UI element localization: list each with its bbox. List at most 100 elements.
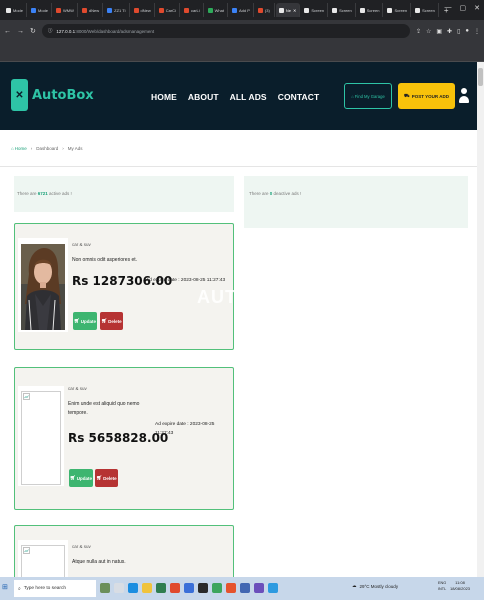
browser-tab[interactable]: Screen [357, 3, 384, 17]
weather-widget[interactable]: ☁ 29°C Mostly cloudy [352, 583, 398, 589]
sidebar-icon[interactable]: ▯ [457, 28, 460, 35]
tab-label: ZZ1 Ti [114, 7, 126, 13]
active-ads-summary: There are 6721 active ads ! [14, 176, 234, 212]
tab-label: What [214, 7, 224, 13]
tab-label: Screen [394, 7, 408, 13]
delete-label: Delete [103, 475, 117, 481]
browser-tab[interactable]: CarCi [156, 3, 180, 17]
app-icon[interactable] [254, 583, 264, 593]
forward-icon[interactable]: → [17, 28, 24, 35]
active-ads-suffix: active ads ! [47, 191, 72, 196]
browser-tab[interactable]: Add P [229, 3, 254, 17]
tab-favicon-icon [415, 7, 421, 13]
browser-tab[interactable]: Screen [301, 3, 329, 17]
post-your-ad-button[interactable]: ⛟ POST YOUR ADD [398, 83, 455, 109]
ad-description: Non omnis odit asperiores et. [72, 257, 138, 263]
delete-ad-button[interactable]: 🛒︎ Delete [100, 312, 123, 330]
tab-favicon-icon [231, 7, 237, 13]
ad-description: Enim unde est aliquid quo nemo tempore. [68, 401, 140, 416]
info-icon[interactable]: ⓘ [48, 28, 53, 34]
browser-tab[interactable]: Screen [329, 3, 356, 17]
file-explorer-icon[interactable] [142, 583, 152, 593]
app-icon[interactable] [240, 583, 250, 593]
bookmark-star-icon[interactable]: ☆ [426, 28, 431, 35]
reload-icon[interactable]: ↻ [30, 27, 36, 35]
vscode-icon[interactable] [184, 583, 194, 593]
browser-tab[interactable]: What [205, 3, 228, 17]
update-ad-button[interactable]: 🛒︎ Update [69, 469, 93, 487]
language-indicator[interactable]: ENG INTL [438, 580, 446, 592]
tab-label: carLi [190, 7, 200, 13]
terminal-icon[interactable] [198, 583, 208, 593]
tab-label: Mode [13, 7, 24, 13]
site-logo[interactable]: ✕ AutoBox [11, 79, 94, 111]
tab-favicon-icon [81, 7, 87, 13]
browser-tab[interactable]: WMW [53, 3, 78, 17]
breadcrumb-current: My Ads [67, 146, 83, 151]
delete-ad-button[interactable]: 🛒︎ Delete [95, 469, 118, 487]
nav-contact[interactable]: CONTACT [278, 92, 320, 102]
back-icon[interactable]: ← [4, 28, 11, 35]
update-ad-button[interactable]: 🛒︎ Update [73, 312, 97, 330]
edge-icon[interactable] [128, 583, 138, 593]
widgets-icon[interactable] [100, 583, 110, 593]
ad-description: Atque nulla aut in natus. [72, 559, 126, 565]
nav-home[interactable]: HOME [151, 92, 177, 102]
taskbar-pinned-apps [100, 580, 278, 593]
watermark-text: AUT [197, 287, 237, 307]
car-icon: ⛟ [404, 92, 410, 98]
profile-icon[interactable]: ● [465, 28, 469, 35]
address-bar[interactable]: ⓘ 127.0.0.1:8000/Web/dashboard/adsmanage… [41, 24, 410, 38]
cart-icon: 🛒︎ [74, 318, 80, 323]
browser-tab[interactable]: Screen [384, 3, 412, 17]
app-icon[interactable] [268, 583, 278, 593]
excel-icon[interactable] [156, 583, 166, 593]
menu-kebab-icon[interactable]: ⋮ [474, 28, 480, 35]
browser-tab[interactable]: dNew [79, 3, 104, 17]
task-view-icon[interactable] [114, 583, 124, 593]
tab-label: dNew [140, 7, 151, 13]
browser-tab[interactable]: Mode [28, 3, 53, 17]
page-scrollbar[interactable] [477, 62, 484, 577]
browser-tab[interactable]: carLi [181, 3, 204, 17]
chrome-icon[interactable] [170, 583, 180, 593]
app-icon[interactable] [212, 583, 222, 593]
minimize-icon[interactable]: — [445, 4, 452, 12]
extension-icon[interactable]: ▣ [436, 28, 442, 35]
browser-tab[interactable]: Mode [3, 3, 28, 17]
find-my-garage-label: Find My Garage [354, 93, 385, 99]
ad-photo[interactable] [21, 244, 65, 330]
share-icon[interactable]: ⇪ [416, 28, 421, 35]
breadcrumb-home[interactable]: ⌂ Home [11, 146, 27, 151]
xampp-icon[interactable] [226, 583, 236, 593]
tab-favicon-icon [56, 7, 62, 13]
maximize-icon[interactable]: ▢ [460, 4, 467, 12]
close-icon[interactable]: ✕ [474, 4, 480, 12]
start-windows-icon[interactable]: ⊞ [2, 583, 8, 591]
tab-label: Screen [311, 7, 325, 13]
tab-close-icon[interactable]: ✕ [293, 8, 296, 13]
user-account-icon[interactable] [459, 88, 469, 104]
logo-text: AutoBox [32, 87, 94, 103]
browser-tab[interactable]: Screen [412, 3, 439, 17]
taskbar-clock[interactable]: 11:08 18/08/2023 [450, 580, 470, 592]
nav-all-ads[interactable]: ALL ADS [230, 92, 267, 102]
cart-icon: 🛒︎ [70, 475, 76, 480]
nav-about[interactable]: ABOUT [188, 92, 219, 102]
browser-tab[interactable]: ZZ1 Ti [104, 3, 130, 17]
logo-wrench-icon: ✕ [11, 79, 28, 111]
window-controls: — ▢ ✕ [445, 4, 481, 12]
taskbar-search-input[interactable]: ⌕ Type here to search [14, 580, 96, 597]
browser-tab[interactable]: dNew [131, 3, 155, 17]
browser-tab[interactable]: Ne ✕ [275, 3, 301, 17]
home-icon: ⌂ [11, 146, 14, 151]
find-my-garage-button[interactable]: ⌂ Find My Garage [344, 83, 392, 109]
ad-image-broken[interactable] [21, 391, 61, 485]
breadcrumb-dashboard[interactable]: Dashboard [36, 146, 58, 151]
scrollbar-thumb[interactable] [478, 68, 483, 86]
search-icon: ⌕ [18, 586, 21, 592]
tab-favicon-icon [207, 7, 213, 13]
extensions-puzzle-icon[interactable]: ✚ [447, 28, 452, 35]
browser-tab-bar: Mode Mode WMW dNew ZZ1 Ti dNew CarCi carLi What A… [0, 0, 484, 20]
browser-tab[interactable]: (3) [255, 3, 275, 17]
